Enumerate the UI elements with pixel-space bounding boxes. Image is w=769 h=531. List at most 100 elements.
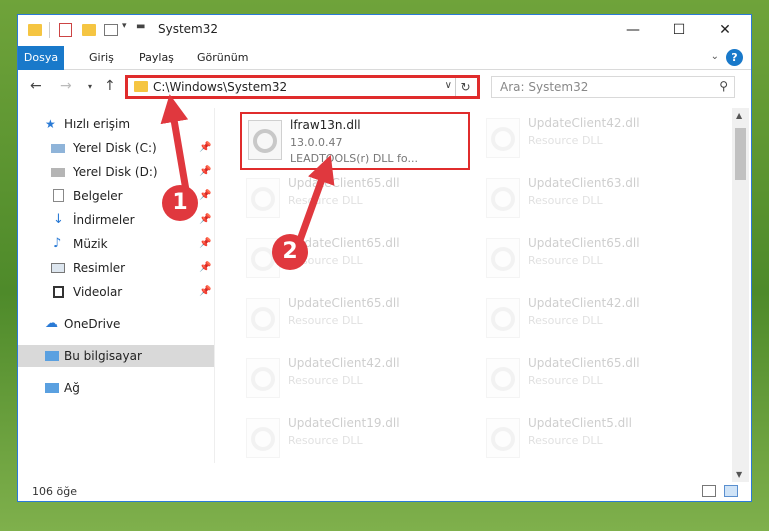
file-version: 13.0.0.47 xyxy=(290,136,343,149)
refresh-icon[interactable]: ↻ xyxy=(455,78,475,96)
list-item-lfraw13n[interactable]: lfraw13n.dll 13.0.0.47 LEADTOOLS(r) DLL … xyxy=(240,112,470,170)
dll-file-icon xyxy=(486,298,520,338)
file-description: Resource DLL xyxy=(528,254,603,267)
window-title: System32 xyxy=(158,22,219,36)
music-icon: ♪ xyxy=(53,236,62,251)
expand-ribbon-icon[interactable]: ⌄ xyxy=(711,51,719,62)
list-item[interactable]: UpdateClient5.dll Resource DLL xyxy=(480,412,710,470)
list-item[interactable]: UpdateClient42.dll Resource DLL xyxy=(480,112,710,170)
navigation-bar: ← → ▾ ↑ C:\Windows\System32 ∨ ↻ Ara: Sys… xyxy=(18,71,751,103)
help-icon[interactable]: ? xyxy=(726,49,743,66)
cloud-icon: ☁ xyxy=(45,316,58,331)
sidebar-item-label: Yerel Disk (D:) xyxy=(73,165,158,179)
minimize-button[interactable]: — xyxy=(610,15,656,46)
tab-paylas[interactable]: Paylaş xyxy=(130,46,183,70)
address-bar[interactable]: C:\Windows\System32 ∨ ↻ xyxy=(125,75,480,99)
dll-file-icon xyxy=(486,178,520,218)
dll-file-icon xyxy=(246,298,280,338)
sidebar-item-videos[interactable]: Videolar 📌 xyxy=(18,281,214,303)
pin-icon[interactable]: 📌 xyxy=(199,185,211,207)
list-item[interactable]: UpdateClient65.dll Resource DLL xyxy=(240,292,470,350)
pin-icon[interactable]: 📌 xyxy=(199,209,211,231)
sidebar-item-music[interactable]: ♪ Müzik 📌 xyxy=(18,233,214,255)
up-icon[interactable]: ↑ xyxy=(104,78,116,94)
list-item[interactable]: UpdateClient65.dll Resource DLL xyxy=(240,172,470,230)
large-icons-view-icon[interactable] xyxy=(724,485,738,497)
separator: ▬ xyxy=(136,21,146,32)
file-name: UpdateClient65.dll xyxy=(288,176,400,190)
sidebar-item-label: Bu bilgisayar xyxy=(64,349,142,363)
ribbon-tabs: Dosya Giriş Paylaş Görünüm ⌄ ? xyxy=(18,46,751,70)
sidebar-item-label: Belgeler xyxy=(73,189,123,203)
customize-icon[interactable] xyxy=(104,24,118,36)
address-path: C:\Windows\System32 xyxy=(153,80,288,94)
dll-file-icon xyxy=(486,118,520,158)
pin-icon[interactable]: 📌 xyxy=(199,233,211,255)
sidebar-item-label: Müzik xyxy=(73,237,108,251)
pin-icon[interactable]: 📌 xyxy=(199,137,211,159)
sidebar-item-label: OneDrive xyxy=(64,317,121,331)
gear-icon xyxy=(251,367,275,391)
scroll-down-icon[interactable]: ▼ xyxy=(736,470,742,479)
gear-icon xyxy=(491,187,515,211)
tab-dosya[interactable]: Dosya xyxy=(18,46,64,70)
details-view-icon[interactable] xyxy=(702,485,716,497)
recent-dropdown-icon[interactable]: ▾ xyxy=(88,82,92,91)
step-1-badge: 1 xyxy=(162,185,198,221)
sidebar-item-quick-access[interactable]: ★ Hızlı erişim xyxy=(18,113,214,135)
status-bar: 106 öğe xyxy=(18,482,751,501)
gear-icon xyxy=(491,127,515,151)
item-count: 106 öğe xyxy=(32,485,77,498)
list-item[interactable]: UpdateClient42.dll Resource DLL xyxy=(240,352,470,410)
dll-file-icon xyxy=(486,358,520,398)
sidebar-item-label: Ağ xyxy=(64,381,80,395)
tab-giris[interactable]: Giriş xyxy=(80,46,123,70)
list-item[interactable]: UpdateClient63.dll Resource DLL xyxy=(480,172,710,230)
chevron-down-icon[interactable]: ▾ xyxy=(122,21,127,37)
sidebar-item-onedrive[interactable]: ☁ OneDrive xyxy=(18,313,214,335)
explorer-window: ▾ ▬ System32 — ☐ ✕ Dosya Giriş Paylaş Gö… xyxy=(17,14,752,502)
back-icon[interactable]: ← xyxy=(30,78,42,94)
search-placeholder: Ara: System32 xyxy=(500,80,589,94)
list-item[interactable]: UpdateClient65.dll Resource DLL xyxy=(480,232,710,290)
star-icon: ★ xyxy=(45,117,56,131)
network-icon xyxy=(45,383,59,393)
properties-icon[interactable] xyxy=(59,23,72,37)
gear-icon xyxy=(251,427,275,451)
file-name: UpdateClient65.dll xyxy=(528,236,640,250)
new-folder-icon[interactable] xyxy=(82,24,96,36)
sidebar-item-network[interactable]: Ağ xyxy=(18,377,214,399)
close-button[interactable]: ✕ xyxy=(702,15,748,46)
sidebar-item-disk-c[interactable]: Yerel Disk (C:) 📌 xyxy=(18,137,214,159)
maximize-button[interactable]: ☐ xyxy=(656,15,702,46)
scroll-thumb[interactable] xyxy=(735,128,746,180)
search-icon: ⚲ xyxy=(719,79,728,93)
navigation-pane: ★ Hızlı erişim Yerel Disk (C:) 📌 Yerel D… xyxy=(18,108,214,463)
forward-icon[interactable]: → xyxy=(60,78,72,94)
drive-icon xyxy=(51,144,65,153)
sidebar-item-pictures[interactable]: Resimler 📌 xyxy=(18,257,214,279)
list-item[interactable]: UpdateClient65.dll Resource DLL xyxy=(480,352,710,410)
downloads-icon: ↓ xyxy=(53,212,64,227)
sidebar-item-this-pc[interactable]: Bu bilgisayar xyxy=(18,345,214,367)
chevron-down-icon[interactable]: ∨ xyxy=(445,80,452,91)
vertical-scrollbar[interactable]: ▲ ▼ xyxy=(732,108,749,482)
pin-icon[interactable]: 📌 xyxy=(199,281,211,303)
tab-gorunum[interactable]: Görünüm xyxy=(188,46,257,70)
file-description: Resource DLL xyxy=(528,194,603,207)
scroll-up-icon[interactable]: ▲ xyxy=(736,111,742,120)
drive-icon xyxy=(51,168,65,177)
file-description: Resource DLL xyxy=(528,434,603,447)
step-2-badge: 2 xyxy=(272,234,308,270)
pin-icon[interactable]: 📌 xyxy=(199,257,211,279)
file-name: UpdateClient63.dll xyxy=(528,176,640,190)
sidebar-item-disk-d[interactable]: Yerel Disk (D:) 📌 xyxy=(18,161,214,183)
sidebar-item-label: Resimler xyxy=(73,261,126,275)
file-name: UpdateClient42.dll xyxy=(288,356,400,370)
list-item[interactable]: UpdateClient42.dll Resource DLL xyxy=(480,292,710,350)
file-description: Resource DLL xyxy=(528,314,603,327)
search-input[interactable]: Ara: System32 ⚲ xyxy=(491,76,735,98)
list-item[interactable]: UpdateClient19.dll Resource DLL xyxy=(240,412,470,470)
pin-icon[interactable]: 📌 xyxy=(199,161,211,183)
gear-icon xyxy=(253,129,277,153)
